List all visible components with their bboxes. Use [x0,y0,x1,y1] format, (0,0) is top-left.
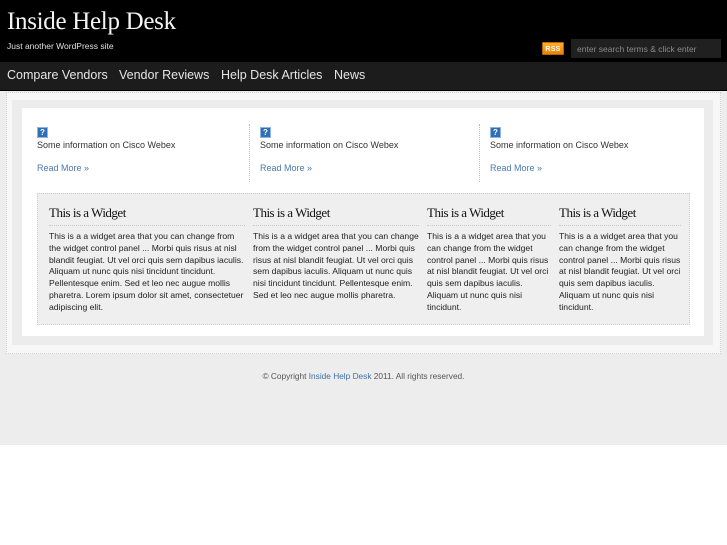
site-header: Inside Help Desk Just another WordPress … [0,0,727,62]
widget-title: This is a Widget [253,205,419,226]
footer-site-link[interactable]: Inside Help Desk [309,371,372,381]
nav-item-vendor-reviews[interactable]: Vendor Reviews [119,68,209,82]
feature-text: Some information on Cisco Webex [490,140,629,150]
widget-body: This is a a widget area that you can cha… [253,231,419,300]
read-more-link[interactable]: Read More » [490,163,542,173]
widget-body: This is a a widget area that you can cha… [49,231,244,312]
help-icon: ? [37,127,48,138]
widget-body: This is a a widget area that you can cha… [559,231,681,312]
rss-icon[interactable]: RSS [542,42,564,55]
footer-copyright: © Copyright Inside Help Desk 2011. All r… [0,371,727,381]
widget-title: This is a Widget [559,205,681,226]
widget: This is a Widget This is a a widget area… [427,205,551,314]
divider [479,124,480,182]
search-input[interactable] [571,39,721,58]
main-nav: Compare Vendors Vendor Reviews Help Desk… [0,62,727,91]
feature-text: Some information on Cisco Webex [260,140,399,150]
widget: This is a Widget This is a a widget area… [253,205,419,302]
copyright-prefix: © Copyright [262,371,309,381]
copyright-suffix: 2011. All rights reserved. [371,371,465,381]
nav-item-help-desk-articles[interactable]: Help Desk Articles [221,68,322,82]
nav-item-news[interactable]: News [334,68,365,82]
divider [249,124,250,182]
widget-title: This is a Widget [427,205,551,226]
help-icon: ? [490,127,501,138]
widget: This is a Widget This is a a widget area… [559,205,681,314]
site-title[interactable]: Inside Help Desk [7,8,176,36]
widget-body: This is a a widget area that you can cha… [427,231,549,312]
site-tagline: Just another WordPress site [7,41,114,51]
help-icon: ? [260,127,271,138]
read-more-link[interactable]: Read More » [260,163,312,173]
nav-item-compare-vendors[interactable]: Compare Vendors [7,68,108,82]
widget: This is a Widget This is a a widget area… [49,205,245,314]
feature-text: Some information on Cisco Webex [37,140,176,150]
read-more-link[interactable]: Read More » [37,163,89,173]
widget-title: This is a Widget [49,205,245,226]
